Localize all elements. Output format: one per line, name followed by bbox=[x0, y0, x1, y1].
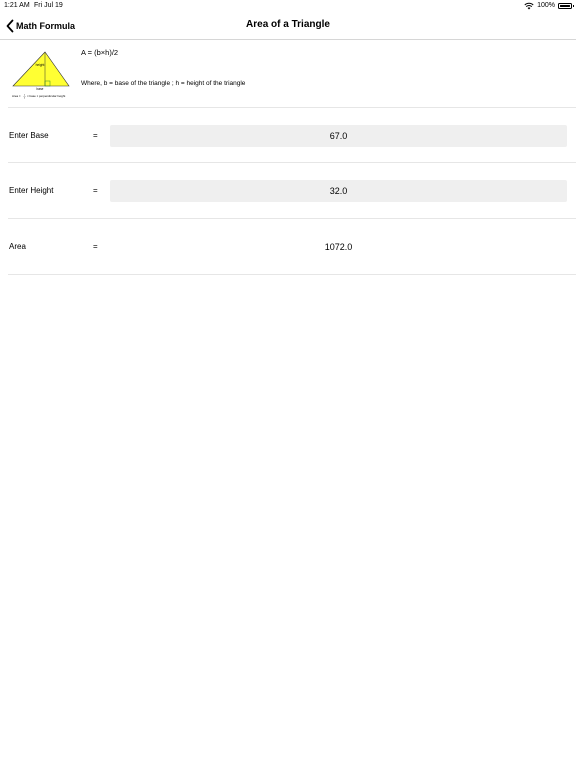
height-label-text: Enter Height bbox=[9, 186, 54, 195]
formula-section: height base Area = 1 2 × base × perpendi… bbox=[0, 41, 576, 107]
equals-sign: = bbox=[93, 242, 98, 251]
navigation-bar: Math Formula Area of a Triangle bbox=[0, 12, 576, 40]
area-result: 1072.0 bbox=[324, 242, 353, 252]
area-caption-denominator: 2 bbox=[24, 98, 26, 99]
equals-sign: = bbox=[93, 186, 98, 195]
height-input[interactable] bbox=[110, 180, 567, 202]
triangle-diagram: height base Area = 1 2 × base × perpendi… bbox=[12, 51, 70, 99]
base-label-text: Enter Base bbox=[9, 131, 49, 140]
height-label: height bbox=[36, 63, 45, 67]
status-bar: 1:21 AM Fri Jul 19 100% bbox=[0, 0, 576, 12]
area-caption-prefix: Area = bbox=[12, 94, 21, 98]
battery-percent: 100% bbox=[537, 2, 555, 9]
base-row: Enter Base = bbox=[8, 107, 576, 163]
formula-explanation: Where, b = base of the triangle ; h = he… bbox=[81, 80, 246, 87]
wifi-icon bbox=[524, 2, 534, 10]
base-input[interactable] bbox=[110, 125, 567, 147]
battery-icon bbox=[558, 3, 574, 9]
formula-equation: A = (b×h)/2 bbox=[81, 48, 119, 57]
status-date: Fri Jul 19 bbox=[34, 2, 63, 9]
status-right: 100% bbox=[524, 0, 574, 12]
height-row: Enter Height = bbox=[8, 163, 576, 219]
area-label-text: Area bbox=[9, 242, 26, 251]
area-row: Area = 1072.0 bbox=[8, 219, 576, 275]
equals-sign: = bbox=[93, 131, 98, 140]
page-title: Area of a Triangle bbox=[246, 19, 330, 30]
status-time: 1:21 AM bbox=[4, 2, 30, 9]
base-label: base bbox=[37, 87, 44, 91]
area-caption-suffix: × base × perpendicular height bbox=[27, 94, 65, 98]
